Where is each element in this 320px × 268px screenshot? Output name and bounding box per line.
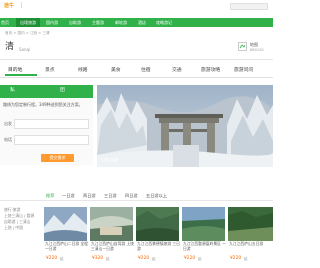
nav-cruise[interactable]: 邮轮游	[111, 18, 131, 27]
tab-guides[interactable]: 旅游攻略	[201, 68, 220, 74]
tab-attractions[interactable]: 景点	[45, 68, 55, 74]
day-filter-1[interactable]: 一日游	[62, 193, 75, 199]
tour-card[interactable]: 九江江西庐山五日游 ¥220 起	[228, 207, 273, 263]
tour-card-image[interactable]	[136, 207, 179, 241]
map-icon[interactable]	[238, 42, 247, 51]
tour-card-price-suffix: 起	[198, 257, 202, 261]
tour-card-price-suffix: 起	[60, 257, 64, 261]
custom-tour-title-left: 私	[10, 88, 15, 93]
scenic-photo[interactable]	[97, 85, 273, 167]
tour-card[interactable]: 九江江西庐山自驾游 上饶三清山一日游 ¥320 起	[90, 207, 134, 263]
tour-card-price: ¥220	[230, 256, 242, 261]
day-filter-4[interactable]: 四日游	[125, 193, 138, 199]
page-subtitle: Sanqi	[19, 47, 31, 52]
tour-card-image[interactable]	[182, 207, 225, 241]
departure-input[interactable]	[14, 119, 89, 129]
tour-card-price: ¥220	[46, 256, 58, 261]
tour-card-title[interactable]: 九江江西景德镇旅游 三日游	[137, 241, 180, 251]
tour-card[interactable]: 九江江西景德镇旅游 三日游 ¥220 起	[136, 207, 180, 263]
custom-tour-intro: 路线为您定制行程。349种送到您关注方案。	[3, 102, 83, 107]
nav-theme[interactable]: 主题游	[88, 18, 108, 27]
tour-card-title[interactable]: 九江江西庐山五日游	[229, 241, 274, 247]
nav-hotel[interactable]: 酒店	[134, 18, 150, 27]
tab-transport[interactable]: 交通	[172, 68, 182, 74]
side-info-line[interactable]: 上饶 | 中国	[4, 225, 23, 231]
day-filter-divider	[0, 200, 273, 201]
photo-caption: 三清山风景	[100, 158, 118, 162]
day-filter-2[interactable]: 两日游	[83, 193, 96, 199]
day-filter-3[interactable]: 三日游	[104, 193, 117, 199]
logo[interactable]: 途牛	[4, 2, 18, 9]
nav-domestic[interactable]: 国内游	[42, 18, 62, 27]
tour-card-price: ¥220	[184, 256, 196, 261]
tour-card-title[interactable]: 九江江西庐山自驾游 上饶三清山一日游	[91, 241, 134, 251]
logo-divider	[21, 2, 30, 8]
page-title: 清	[5, 42, 15, 52]
tour-card-price-suffix: 起	[106, 257, 110, 261]
phone-label: 电话	[4, 137, 12, 142]
tour-card-title[interactable]: 九江江西庐山二日游 全程一日游	[45, 241, 88, 251]
tab-active-underline	[5, 74, 37, 76]
tour-card-price-suffix: 起	[152, 257, 156, 261]
nav-home[interactable]: 首页	[0, 18, 15, 27]
tour-card-image[interactable]	[228, 207, 273, 241]
tour-card-image[interactable]	[90, 207, 133, 241]
tab-food[interactable]: 美食	[111, 68, 121, 74]
custom-tour-title-right: 团	[60, 88, 65, 93]
nav-outbound[interactable]: 出境旅游	[16, 18, 40, 27]
tab-qa[interactable]: 旅游问问	[234, 68, 253, 74]
map-code: 680120	[250, 48, 264, 52]
day-filter-5plus[interactable]: 五日游以上	[146, 193, 167, 199]
top-search-box[interactable]	[230, 3, 268, 10]
tour-card-price-suffix: 起	[244, 257, 248, 261]
tour-card-image[interactable]	[44, 207, 87, 241]
tour-card[interactable]: 九江江西婺源篁岭景区 一日游 ¥220 起	[182, 207, 226, 263]
departure-label: 出发	[4, 121, 12, 126]
nav-guides[interactable]: 攻略游记	[152, 18, 176, 27]
submit-request-button[interactable]: 提交需求	[41, 154, 74, 162]
tab-routes[interactable]: 线路	[78, 68, 88, 74]
breadcrumb[interactable]: 首页 > 国内 > 江西 > 三清	[5, 31, 50, 36]
day-filter-recommended[interactable]: 推荐	[46, 193, 54, 199]
nav-selfguided[interactable]: 自助游	[65, 18, 85, 27]
tab-lodging[interactable]: 住宿	[141, 68, 151, 74]
tour-card-title[interactable]: 九江江西婺源篁岭景区 一日游	[183, 241, 226, 251]
tour-card-price: ¥320	[92, 256, 104, 261]
tour-card-price: ¥220	[138, 256, 150, 261]
tab-bar	[0, 60, 273, 78]
tour-card[interactable]: 九江江西庐山二日游 全程一日游 ¥220 起	[44, 207, 88, 263]
phone-input[interactable]	[14, 135, 89, 145]
